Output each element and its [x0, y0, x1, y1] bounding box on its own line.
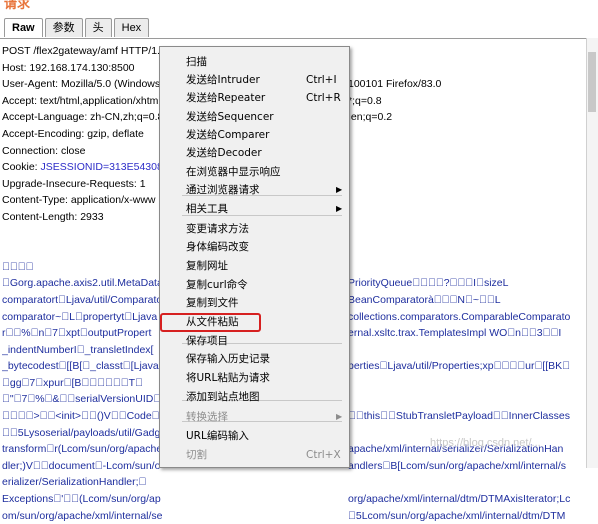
menu-item-label: 发送给Repeater [186, 92, 266, 104]
body-line-left: r  % n 7 xpt outputPropert [2, 327, 152, 340]
body-line-left:     >  <init>  ()V  Code  [2, 410, 160, 423]
menu-item-label: 保存输入历史记录 [186, 353, 270, 365]
menu-item-label: 发送给Intruder [186, 74, 260, 86]
menu-item[interactable]: 添加到站点地图 [160, 388, 349, 406]
menu-item[interactable]: 变更请求方法 [160, 220, 349, 238]
menu-item[interactable]: 相关工具 ▶ [160, 200, 349, 218]
menu-item-label: 身体编码改变 [186, 241, 249, 253]
body-line-right:  5Lcom/sun/org/apache/xml/internal/dtm/D… [348, 509, 566, 522]
tab-hex[interactable]: Hex [113, 18, 150, 37]
menu-item[interactable]: 复制到文件 [160, 294, 349, 312]
body-line-left:      [2, 260, 34, 273]
menu-item[interactable]: 发送给Comparer [160, 126, 349, 144]
menu-item-label: 在浏览器中显示响应 [186, 166, 281, 178]
body-line-left: comparator~ L propertyt Ljava [2, 310, 158, 323]
body-line-right: PriorityQueue    ?   I sizeL [348, 277, 509, 290]
menu-item-shortcut: Ctrl+X [306, 449, 341, 461]
request-pane-title: 请求 [4, 0, 31, 12]
menu-item-label: 复制网址 [186, 260, 228, 272]
cookie-key: Cookie: [2, 161, 41, 174]
body-line: om/sun/org/apache/xml/internal/se  5Lcom/… [2, 508, 594, 524]
submenu-arrow-icon: ▶ [336, 412, 343, 421]
menu-item[interactable]: 保存项目 [160, 332, 349, 350]
body-line-right: BeanComparatorà   N ~  L [348, 293, 501, 306]
watermark: https://blog.csdn.net/... [430, 437, 541, 449]
tab-params[interactable]: 参数 [44, 18, 83, 37]
body-line-right: ernal.xsltc.trax.TemplatesImpl WO n  3  … [348, 327, 562, 340]
body-line-left:  Gorg.apache.axis2.util.MetaData [2, 277, 163, 290]
menu-item-label: 相关工具 [186, 203, 228, 215]
body-line-left:  " 7 % &  serialVersionUID  [2, 393, 162, 406]
body-line-left:   5Lysoserial/payloads/util/Gadget [2, 426, 170, 439]
menu-item[interactable]: 通过浏览器请求 ▶ [160, 181, 349, 199]
menu-item-shortcut: Ctrl+R [306, 92, 341, 104]
menu-item[interactable]: 保存输入历史记录 [160, 350, 349, 368]
body-line-left: comparatort Ljava/util/Comparato [2, 293, 163, 306]
menu-item[interactable]: URL编码输入 [160, 427, 349, 445]
body-line-left: erializer/SerializationHandler;  [2, 476, 147, 489]
menu-item[interactable]: 发送给Sequencer [160, 108, 349, 126]
menu-item-label: 添加到站点地图 [186, 391, 260, 403]
body-line-right: org/apache/xml/internal/dtm/DTMAxisItera… [348, 493, 571, 506]
menu-item[interactable]: 复制网址 [160, 257, 349, 275]
menu-item[interactable]: 身体编码改变 [160, 238, 349, 256]
user-agent-left: User-Agent: Mozilla/5.0 (Windows [2, 78, 161, 91]
menu-item-label: 复制curl命令 [186, 279, 248, 291]
menu-item[interactable]: 在浏览器中显示响应 [160, 163, 349, 181]
menu-item-label: 发送给Comparer [186, 129, 270, 141]
menu-item[interactable]: 发送给Intruder Ctrl+I [160, 71, 349, 89]
menu-item[interactable]: 复制curl命令 [160, 276, 349, 294]
message-tabs: Raw 参数 头 Hex [4, 18, 151, 38]
menu-item-label: 将URL粘贴为请求 [186, 372, 270, 384]
menu-item[interactable]: 扫描 [160, 53, 349, 71]
body-line-left: om/sun/org/apache/xml/internal/se [2, 509, 163, 522]
menu-item-shortcut: Ctrl+I [306, 74, 337, 86]
body-line: Exceptions '  (Lcom/sun/org/ap org/apache… [2, 491, 594, 508]
menu-item-label: 通过浏览器请求 [186, 184, 260, 196]
menu-item: 转换选择 ▶ [160, 408, 349, 426]
context-menu: 扫描发送给Intruder Ctrl+I 发送给Repeater Ctrl+R 发送给S… [159, 46, 350, 468]
menu-item-label: URL编码输入 [186, 430, 249, 442]
editor-scrollbar[interactable] [586, 38, 598, 468]
menu-item-label: 转换选择 [186, 411, 228, 423]
menu-item-label: 发送给Decoder [186, 147, 262, 159]
body-line-left: transform r(Lcom/sun/org/apache [2, 443, 163, 456]
body-line-right: andlers B[Lcom/sun/org/apache/xml/intern… [348, 459, 566, 472]
menu-item[interactable]: 将URL粘贴为请求 [160, 369, 349, 387]
body-line-right: perties Ljava/util/Properties;xp    ur [… [348, 360, 571, 373]
user-agent-right: 100101 Firefox/83.0 [348, 78, 442, 91]
accept-language-right: ,en;q=0.2 [348, 111, 393, 124]
tab-raw[interactable]: Raw [4, 18, 43, 37]
body-line-left: _indentNumberI _transletIndex[ [2, 343, 154, 356]
body-line-left: dler;)V  document -Lcom/sun/o [2, 459, 161, 472]
menu-item-label: 保存项目 [186, 335, 228, 347]
submenu-arrow-icon: ▶ [336, 204, 343, 213]
cookie-value: JSESSIONID=313E54308F [40, 161, 170, 174]
body-line-left:  gg 7 xpur [B      T  [2, 376, 143, 389]
body-line-right:   this  StubTransletPayload  InnerClasse… [348, 410, 570, 423]
menu-item: 切割 Ctrl+X [160, 446, 349, 464]
menu-item-label: 扫描 [186, 56, 207, 68]
accept-right: *;q=0.8 [348, 94, 382, 107]
body-line-right: collections.comparators.ComparableCompar… [348, 310, 571, 323]
body-line-left: _bytecodest [[B[ _classt [Ljava [2, 360, 159, 373]
menu-item-label: 变更请求方法 [186, 223, 249, 235]
body-line-left: Exceptions '  (Lcom/sun/org/ap [2, 493, 161, 506]
menu-item-label: 切割 [186, 449, 207, 461]
paste-from-file-highlight [160, 313, 261, 332]
body-line: erializer/SerializationHandler;  [2, 474, 594, 491]
menu-item[interactable]: 发送给Decoder [160, 144, 349, 162]
menu-item[interactable]: 发送给Repeater Ctrl+R [160, 89, 349, 107]
menu-item-label: 发送给Sequencer [186, 111, 274, 123]
tab-headers[interactable]: 头 [84, 18, 112, 37]
accept-left: Accept: text/html,application/xhtml [2, 94, 161, 107]
accept-language-left: Accept-Language: zh-CN,zh;q=0.8 [2, 111, 164, 124]
menu-item-label: 复制到文件 [186, 297, 239, 309]
scrollbar-thumb[interactable] [588, 52, 596, 112]
submenu-arrow-icon: ▶ [336, 185, 343, 194]
